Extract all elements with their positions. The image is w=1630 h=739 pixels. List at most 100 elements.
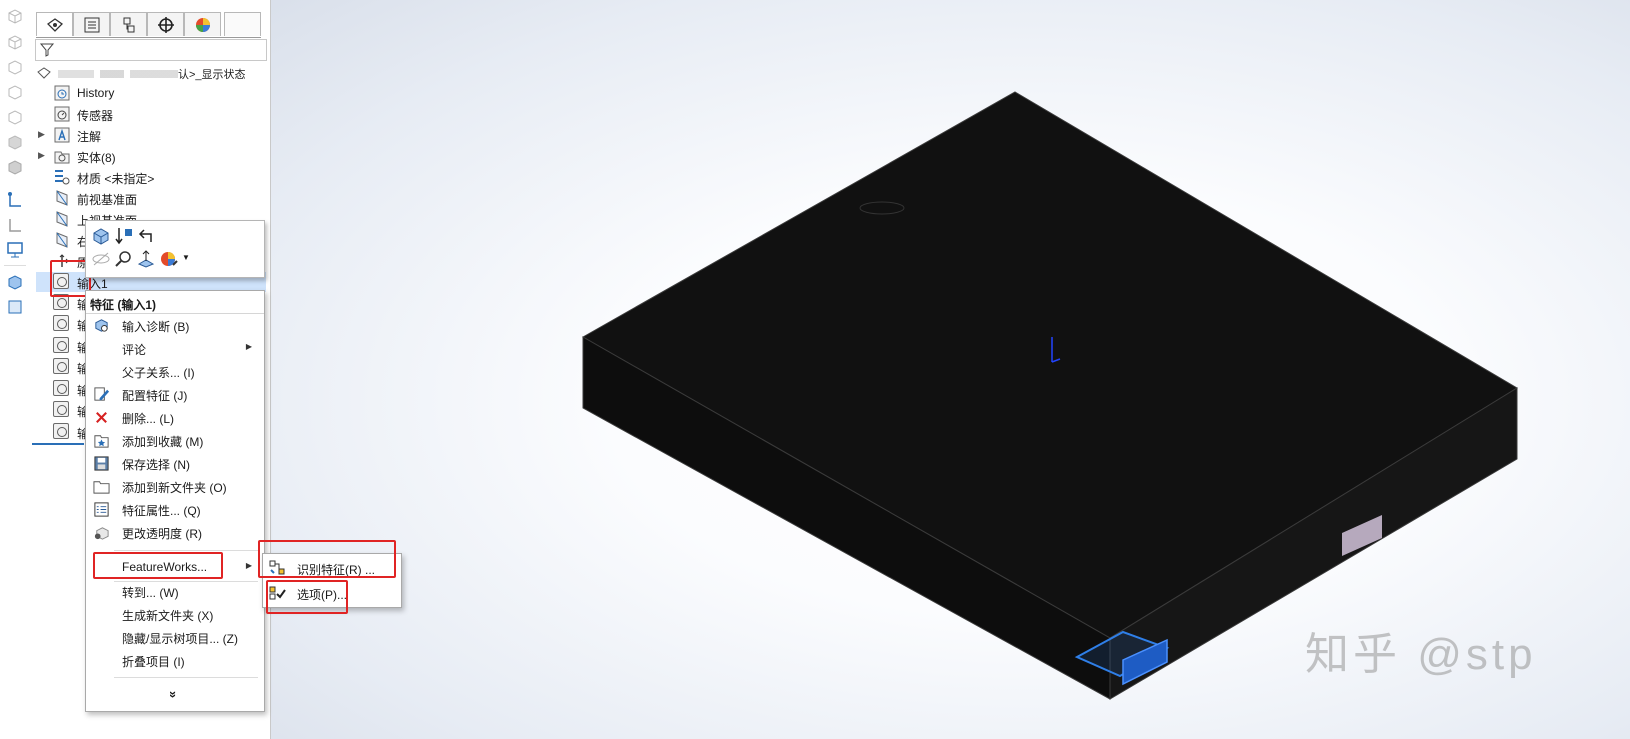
sketch-icon[interactable] (5, 190, 25, 210)
property-manager-icon (84, 17, 100, 33)
part-root-icon (37, 67, 51, 79)
tree-item-sensors[interactable]: 传感器 (36, 104, 266, 124)
appearance-icon[interactable] (159, 249, 179, 269)
expand-arrow-icon[interactable]: ▶ (38, 129, 45, 140)
dropdown-arrow-icon[interactable]: ▼ (182, 253, 190, 262)
properties-icon (94, 502, 109, 517)
rollback-bar[interactable] (32, 443, 84, 445)
tree-item-front-plane[interactable]: 前视基准面 (36, 188, 266, 208)
tab-display-manager[interactable] (184, 12, 221, 36)
menu-item-hide-show-tree-items[interactable]: 隐藏/显示树项目... (Z) (86, 626, 264, 649)
menu-item-collapse-items[interactable]: 折叠项目 (I) (86, 649, 264, 672)
rollback-icon[interactable] (114, 226, 134, 246)
crosshair-icon (158, 17, 174, 33)
material-icon (55, 170, 70, 185)
tab-feature-manager[interactable] (36, 12, 73, 36)
menu-expand-more[interactable]: » (86, 685, 264, 707)
menu-item-parent-child[interactable]: 父子关系... (I) (86, 360, 264, 383)
menu-item-label: 折叠项目 (I) (122, 655, 185, 669)
view-cube-icon[interactable] (5, 82, 25, 102)
part-icon[interactable] (5, 297, 25, 317)
undo-arrow-icon[interactable] (136, 226, 156, 246)
tree-item-label: History (77, 86, 115, 100)
menu-item-label: 转到... (W) (122, 586, 179, 600)
import-feature-icon (53, 380, 71, 398)
menu-item-label: 输入诊断 (B) (122, 320, 190, 334)
tree-item-label: 材质 <未指定> (77, 172, 155, 186)
menu-item-add-to-new-folder[interactable]: 添加到新文件夹 (O) (86, 475, 264, 498)
menu-item-goto[interactable]: 转到... (W) (86, 580, 264, 603)
tree-item-history[interactable]: History (36, 83, 266, 103)
delete-icon (96, 412, 107, 423)
tree-item-annotations[interactable]: ▶ 注解 (36, 125, 266, 145)
menu-item-label: 特征属性... (Q) (122, 504, 201, 518)
filter-icon (39, 43, 55, 57)
context-menu: 特征 (输入1) 输入诊断 (B) 评论 ▶ 父子关系... (I) 配置特征 … (85, 290, 265, 712)
shaded-view-icon[interactable] (5, 157, 25, 177)
view-cube-icon[interactable] (5, 107, 25, 127)
menu-item-create-new-folder[interactable]: 生成新文件夹 (X) (86, 603, 264, 626)
configuration-manager-icon (123, 17, 135, 33)
menu-item-feature-properties[interactable]: 特征属性... (Q) (86, 498, 264, 521)
menu-item-import-diagnostics[interactable]: 输入诊断 (B) (86, 314, 264, 337)
strip-divider (4, 265, 26, 266)
watermark: 知乎 @stp (1305, 630, 1537, 679)
menu-item-label: 评论 (122, 343, 147, 357)
menu-item-label: 更改透明度 (R) (122, 527, 202, 541)
zoom-to-selection-icon[interactable] (114, 249, 134, 269)
menu-item-change-transparency[interactable]: 更改透明度 (R) (86, 521, 264, 544)
import-feature-icon (53, 423, 71, 441)
menu-item-configure-feature[interactable]: 配置特征 (J) (86, 383, 264, 406)
panel-splitter[interactable] (270, 0, 271, 739)
tab-configuration-manager[interactable] (110, 12, 147, 36)
appearance-sphere-icon (196, 18, 210, 32)
tree-filter-input[interactable] (35, 39, 267, 61)
edit-feature-icon[interactable] (91, 226, 111, 246)
context-toolbar: ▼ (85, 220, 265, 278)
menu-item-add-to-favorites[interactable]: 添加到收藏 (M) (86, 429, 264, 452)
model-top-face[interactable] (581, 91, 1518, 639)
history-icon (54, 85, 70, 101)
tab-property-manager[interactable] (73, 12, 110, 36)
transparency-icon (94, 527, 109, 540)
solid-bodies-icon (54, 151, 70, 164)
menu-item-label: 配置特征 (J) (122, 389, 188, 403)
submenu-arrow-icon: ▶ (245, 342, 252, 351)
tree-root-part[interactable]: 认>_显示状态 (36, 65, 266, 83)
display-icon[interactable] (5, 240, 25, 260)
tree-item-solid-bodies[interactable]: ▶ 实体(8) (36, 146, 266, 166)
tree-root-label: 认>_显示状态 (178, 69, 246, 81)
folder-icon (93, 481, 110, 494)
view-cube-icon[interactable] (5, 6, 25, 26)
command-strip (0, 0, 32, 739)
normal-to-icon[interactable] (136, 249, 156, 269)
sketch-icon[interactable] (5, 215, 25, 235)
tree-item-label: 传感器 (77, 109, 114, 123)
menu-item-label: 保存选择 (N) (122, 458, 190, 472)
chevron-double-down-icon: » (166, 690, 182, 699)
import-feature-icon (53, 315, 71, 333)
hide-icon[interactable] (91, 249, 111, 269)
feature-manager-icon (46, 18, 64, 32)
tab-dimxpert-manager[interactable] (147, 12, 184, 36)
plane-icon (56, 190, 68, 206)
plane-icon (56, 211, 68, 227)
view-cube-icon[interactable] (5, 57, 25, 77)
menu-item-save-selection[interactable]: 保存选择 (N) (86, 452, 264, 475)
menu-divider (114, 550, 258, 551)
tree-item-material[interactable]: 材质 <未指定> (36, 167, 266, 187)
submenu-arrow-icon: ▶ (245, 561, 252, 570)
view-cube-icon[interactable] (5, 32, 25, 52)
tab-scroll[interactable] (224, 12, 261, 36)
import-feature-icon (53, 337, 71, 355)
expand-arrow-icon[interactable]: ▶ (38, 150, 45, 161)
annotation-icon (54, 127, 70, 143)
view-cube-icon[interactable] (5, 132, 25, 152)
import-feature-icon (53, 401, 71, 419)
import-diagnostics-icon (95, 319, 108, 332)
menu-item-delete[interactable]: 删除... (L) (86, 406, 264, 429)
part-icon[interactable] (5, 272, 25, 292)
menu-item-comment[interactable]: 评论 ▶ (86, 337, 264, 360)
menu-header: 特征 (输入1) (90, 298, 157, 312)
menu-item-label: 生成新文件夹 (X) (122, 609, 214, 623)
